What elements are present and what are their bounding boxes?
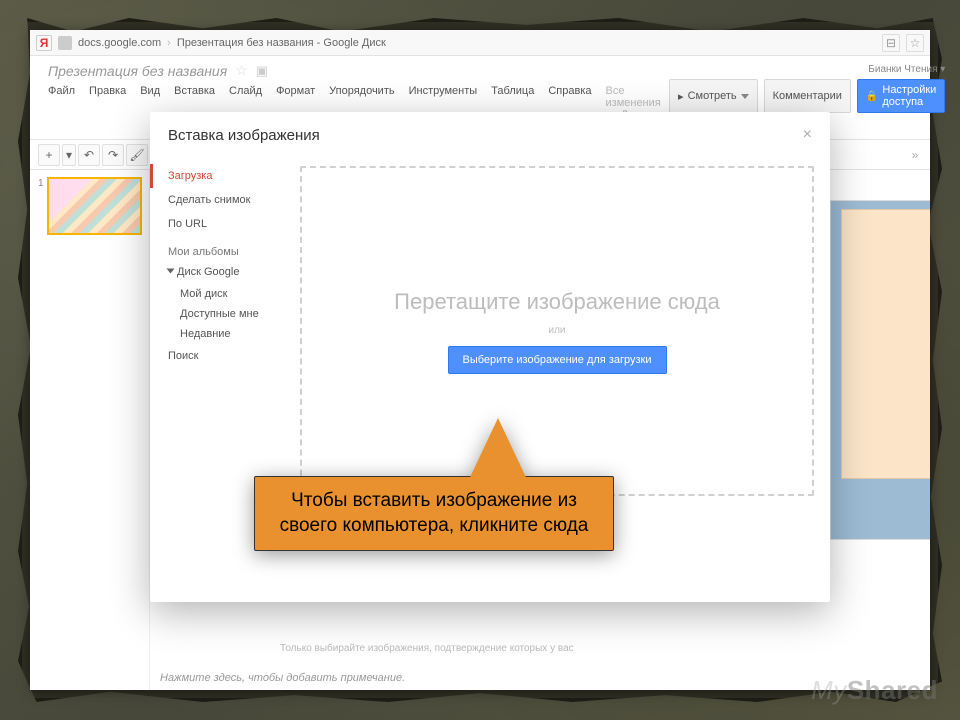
close-icon[interactable]: × <box>803 126 812 144</box>
sidebar-item-albums[interactable]: Мои альбомы <box>150 236 300 260</box>
sidebar-item-snapshot[interactable]: Сделать снимок <box>150 188 300 212</box>
sidebar-item-upload[interactable]: Загрузка <box>150 164 300 188</box>
shield-icon[interactable]: ⊟ <box>882 34 900 52</box>
doc-title[interactable]: Презентация без названия <box>48 63 227 79</box>
callout-text: Чтобы вставить изображение из своего ком… <box>254 476 614 551</box>
share-button[interactable]: 🔒Настройки доступа <box>857 79 945 113</box>
caret-down-icon <box>167 269 175 274</box>
new-slide-menu[interactable]: ▾ <box>62 144 76 166</box>
sidebar-item-shared[interactable]: Доступные мне <box>150 304 300 324</box>
account-name[interactable]: Бианки Чтения ▾ <box>669 64 945 75</box>
sidebar-item-url[interactable]: По URL <box>150 212 300 236</box>
sidebar-item-recent[interactable]: Недавние <box>150 324 300 344</box>
address-tab-title: Презентация без названия - Google Диск <box>177 37 386 49</box>
upload-dropzone[interactable]: Перетащите изображение сюда или Выберите… <box>300 166 814 496</box>
menu-edit[interactable]: Правка <box>89 85 126 133</box>
chevron-down-icon <box>741 94 749 99</box>
dialog-title: Вставка изображения <box>168 127 320 144</box>
image-rights-hint: Только выбирайте изображения, подтвержде… <box>280 643 910 654</box>
undo-button[interactable]: ↶ <box>78 144 100 166</box>
dropzone-text: Перетащите изображение сюда <box>394 289 720 315</box>
sidebar-item-my-drive[interactable]: Мой диск <box>150 284 300 304</box>
slide-thumbnails: 1 <box>30 170 150 690</box>
star-icon[interactable]: ☆ <box>906 34 924 52</box>
site-favicon-icon <box>58 36 72 50</box>
sidebar-item-search[interactable]: Поиск <box>150 344 300 368</box>
sidebar-item-drive[interactable]: Диск Google <box>150 260 300 284</box>
speaker-notes-placeholder[interactable]: Нажмите здесь, чтобы добавить примечание… <box>160 672 910 684</box>
new-slide-button[interactable]: + <box>38 144 60 166</box>
folder-icon[interactable]: ▣ <box>256 63 268 79</box>
watermark: MyShared <box>811 675 938 706</box>
dropzone-or: или <box>548 325 565 336</box>
yandex-logo-icon[interactable]: Я <box>36 35 52 51</box>
choose-file-button[interactable]: Выберите изображение для загрузки <box>448 346 667 374</box>
present-button[interactable]: ▸Смотреть <box>669 79 758 113</box>
address-domain: docs.google.com <box>78 37 161 49</box>
instruction-callout: Чтобы вставить изображение из своего ком… <box>254 476 614 551</box>
collapse-panel-icon[interactable]: » <box>908 140 922 170</box>
star-outline-icon[interactable]: ☆ <box>235 62 248 79</box>
slide-preview <box>830 200 930 540</box>
comments-button[interactable]: Комментарии <box>764 79 851 113</box>
thumb-number: 1 <box>38 178 44 234</box>
browser-address-bar: Я docs.google.com › Презентация без назв… <box>30 30 930 56</box>
lock-icon: 🔒 <box>866 91 878 102</box>
menu-file[interactable]: Файл <box>48 85 75 133</box>
callout-arrow-icon <box>464 418 532 490</box>
paint-format-button[interactable]: 🖌 <box>126 144 148 166</box>
breadcrumb-separator: › <box>167 37 171 49</box>
redo-button[interactable]: ↷ <box>102 144 124 166</box>
slide-thumbnail[interactable] <box>48 178 141 234</box>
